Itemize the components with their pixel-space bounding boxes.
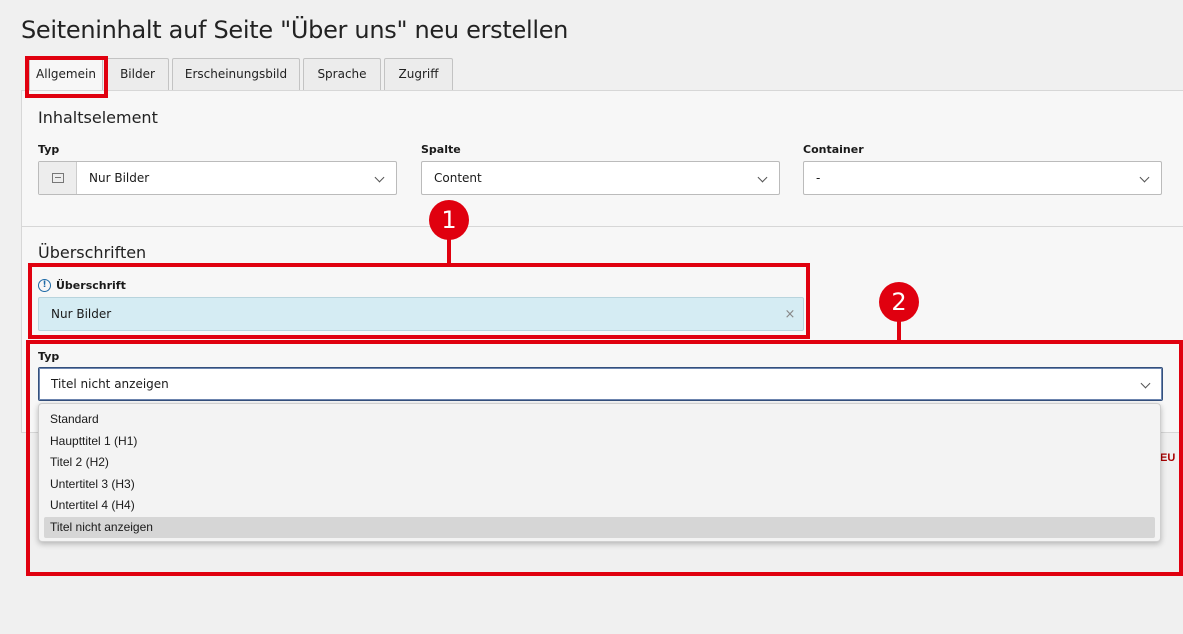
tab-sprache[interactable]: Sprache	[303, 58, 381, 90]
section-title-ueberschriften: Überschriften	[38, 243, 147, 262]
section-title-inhaltselement: Inhaltselement	[38, 108, 158, 127]
chevron-down-icon	[749, 162, 779, 194]
container-value: -	[816, 171, 821, 185]
content-type-value: Nur Bilder	[89, 171, 150, 185]
tab-bilder[interactable]: Bilder	[106, 58, 169, 90]
image-icon	[51, 173, 64, 183]
chevron-down-icon	[1131, 162, 1161, 194]
column-value: Content	[434, 171, 482, 185]
container-label: Container	[803, 143, 864, 156]
page: Seiteninhalt auf Seite "Über uns" neu er…	[0, 0, 1183, 634]
marker-stem-2	[897, 320, 901, 342]
page-title: Seiteninhalt auf Seite "Über uns" neu er…	[21, 16, 569, 44]
highlight-header-type	[26, 340, 1183, 576]
highlight-header-field	[28, 263, 810, 339]
chevron-down-icon	[366, 162, 396, 194]
column-select[interactable]: Content	[421, 161, 780, 195]
tab-zugriff[interactable]: Zugriff	[384, 58, 453, 90]
tab-erscheinungsbild[interactable]: Erscheinungsbild	[172, 58, 300, 90]
typ-label: Typ	[38, 143, 60, 156]
annotation-marker-2: 2	[879, 282, 919, 322]
spalte-label: Spalte	[421, 143, 461, 156]
section-divider	[22, 226, 1183, 227]
marker-stem-1	[447, 238, 451, 265]
highlight-tab	[25, 56, 108, 98]
container-select[interactable]: -	[803, 161, 1162, 195]
content-type-select[interactable]: Nur Bilder	[38, 161, 397, 195]
image-icon-box	[39, 162, 77, 194]
annotation-marker-1: 1	[429, 200, 469, 240]
